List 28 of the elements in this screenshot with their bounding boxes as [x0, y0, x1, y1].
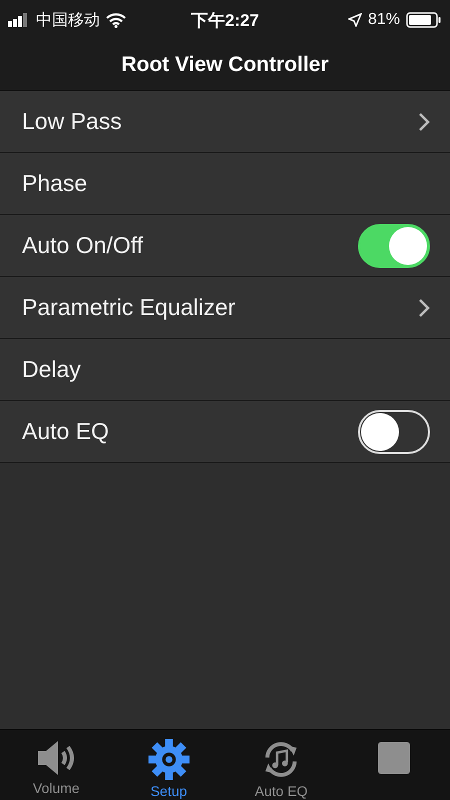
row-label: Delay	[22, 356, 82, 383]
settings-icon	[146, 738, 191, 781]
location-arrow-icon	[348, 13, 362, 27]
chevron-icon	[418, 298, 430, 318]
settings-row[interactable]: Auto EQ	[0, 401, 450, 463]
settings-row[interactable]: Phase	[0, 153, 450, 215]
row-label: Parametric Equalizer	[22, 294, 236, 321]
row-label: Auto EQ	[22, 418, 110, 445]
toggle-switch[interactable]	[358, 410, 430, 454]
tab-bar-item[interactable]: Setup	[112, 730, 225, 800]
row-label: Phase	[22, 170, 88, 197]
chevron-icon	[418, 112, 430, 132]
settings-row[interactable]: Auto On/Off	[0, 215, 450, 277]
toggle-switch[interactable]	[358, 224, 430, 268]
carrier-name: 中国移动	[36, 10, 100, 30]
row-label: Auto On/Off	[22, 232, 144, 259]
nav-title: Root View Controller	[121, 53, 329, 77]
settings-row[interactable]: Delay	[0, 339, 450, 401]
tab-bar-item[interactable]: Volume	[0, 730, 112, 800]
status-time: 下午2:27	[190, 10, 260, 32]
tab-bar-item[interactable]: Auto EQ	[225, 730, 338, 800]
signal-icon	[8, 13, 30, 27]
row-label: Low Pass	[22, 108, 123, 135]
battery-icon	[406, 12, 442, 28]
wifi-icon	[106, 12, 126, 28]
settings-row[interactable]: Low Pass	[0, 91, 450, 153]
battery-percent: 81%	[368, 11, 400, 29]
settings-row[interactable]: Parametric Equalizer	[0, 277, 450, 339]
